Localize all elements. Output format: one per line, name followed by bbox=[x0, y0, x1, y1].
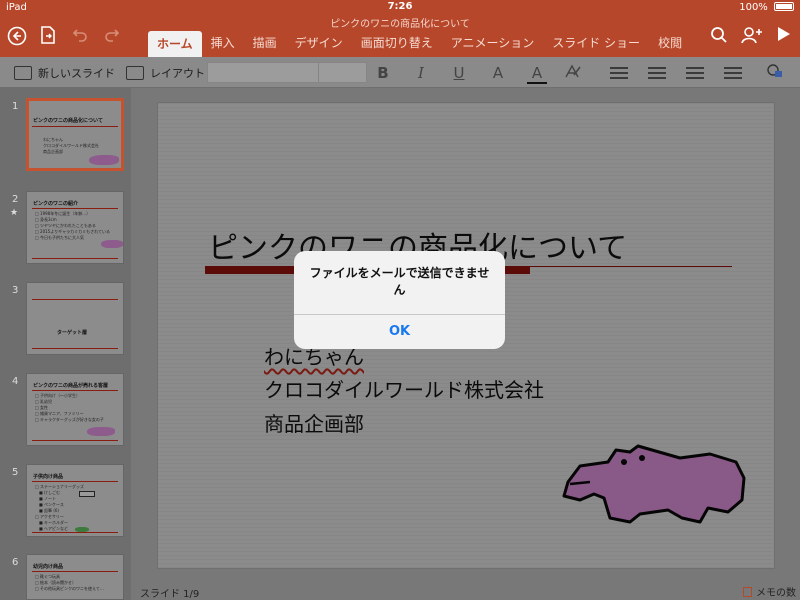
clock: 7:26 bbox=[387, 1, 413, 12]
thumb-line bbox=[32, 258, 118, 259]
thumb-number: 6 bbox=[12, 557, 19, 568]
font-selector[interactable] bbox=[207, 62, 367, 83]
tab-design[interactable]: デザイン bbox=[286, 31, 352, 57]
new-slide-label: 新しいスライド bbox=[38, 67, 115, 80]
layout-label: レイアウト bbox=[150, 67, 205, 80]
new-slide-icon bbox=[14, 66, 32, 80]
thumbnail-slide-2[interactable]: ピンクのワニの紹介 □ 1998年冬に誕生（年齢…） □ 身長3cm □ ツヤツ… bbox=[26, 191, 124, 264]
ribbon-tabs: ホーム 挿入 描画 デザイン 画面切り替え アニメーション スライド ショー 校… bbox=[148, 31, 691, 57]
thumb-title: ピンクのワニの商品が売れる客層 bbox=[33, 383, 109, 389]
tab-slideshow[interactable]: スライド ショー bbox=[543, 31, 649, 57]
thumb-number: 4 bbox=[12, 376, 19, 387]
tab-animations[interactable]: アニメーション bbox=[442, 31, 544, 57]
status-bar: iPad 7:26 100% bbox=[0, 0, 800, 15]
font-color-button[interactable]: A bbox=[526, 63, 548, 83]
undo-icon[interactable] bbox=[70, 26, 90, 48]
font-color-swatch bbox=[527, 82, 547, 84]
thumb-line bbox=[32, 481, 118, 482]
align-icon[interactable] bbox=[724, 67, 742, 79]
back-icon[interactable] bbox=[6, 26, 28, 48]
crocodile-image[interactable] bbox=[560, 438, 750, 528]
thumbnail-slide-6[interactable]: 幼児向け商品 □ 靴ぐつ玩具 □ 絵本（読み聞かせ） □ その他玩具ピンクのワニ… bbox=[26, 554, 124, 600]
thumb-title: ターゲット層 bbox=[57, 330, 88, 336]
shape-icon[interactable] bbox=[764, 63, 786, 84]
thumb-item: □ 今日も子供たちに大人気 bbox=[35, 235, 85, 240]
thumbnail-slide-5[interactable]: 子供向け商品 □ ステーショナリーグッズ ■ けしごむ ■ ノート ■ ペンケー… bbox=[26, 464, 124, 537]
notes-label: メモの数 bbox=[756, 588, 796, 599]
subtitle-department[interactable]: 商品企画部 bbox=[264, 408, 364, 437]
home-ribbon: 新しいスライド レイアウト B I U A A bbox=[0, 57, 800, 88]
search-icon[interactable] bbox=[708, 26, 730, 48]
thumb-crocodile-image bbox=[87, 427, 115, 436]
thumb-crocodile-image bbox=[101, 240, 123, 248]
error-alert-dialog: ファイルをメールで送信できません OK bbox=[294, 251, 505, 349]
new-slide-button[interactable]: 新しいスライド bbox=[14, 63, 115, 83]
title-bar: iPad 7:26 100% ピンクのワニの商品化について ホーム 挿入 描画 … bbox=[0, 0, 800, 57]
animation-star-icon: ★ bbox=[10, 208, 19, 218]
redo-icon[interactable] bbox=[102, 26, 122, 48]
thumb-crocodile-image bbox=[89, 155, 119, 165]
battery-percent: 100% bbox=[739, 2, 768, 13]
thumbnail-slide-3[interactable]: ターゲット層 bbox=[26, 282, 124, 355]
thumb-line bbox=[32, 571, 118, 572]
thumb-item: □ その他玩具ピンクのワニを使えて… bbox=[35, 586, 104, 591]
underline-button[interactable]: U bbox=[448, 63, 470, 83]
bold-button[interactable]: B bbox=[372, 63, 394, 83]
thumbnail-slide-1[interactable]: ピンクのワニの商品化について わにちゃん クロコダイルワールド株式会社 商品企画… bbox=[26, 98, 124, 171]
thumb-number: 5 bbox=[12, 467, 19, 478]
alert-message: ファイルをメールで送信できません bbox=[309, 266, 490, 297]
thumb-number: 3 bbox=[12, 285, 19, 296]
thumb-title: ピンクのワニの商品化について bbox=[33, 118, 103, 124]
tab-insert[interactable]: 挿入 bbox=[202, 31, 244, 57]
file-menu-icon[interactable] bbox=[38, 26, 58, 48]
tab-draw[interactable]: 描画 bbox=[244, 31, 286, 57]
battery-icon bbox=[774, 2, 794, 11]
tab-home[interactable]: ホーム bbox=[148, 31, 202, 57]
layout-icon bbox=[126, 66, 144, 80]
thumb-title: ピンクのワニの紹介 bbox=[33, 201, 79, 207]
thumb-title: 幼児向け商品 bbox=[33, 564, 64, 570]
thumb-product-image bbox=[79, 491, 95, 497]
thumb-line bbox=[32, 390, 118, 391]
thumb-item: 商品企画部 bbox=[43, 149, 63, 154]
indent-icon[interactable] bbox=[686, 67, 704, 79]
slide-thumbnails: 1 ピンクのワニの商品化について わにちゃん クロコダイルワールド株式会社 商品… bbox=[0, 88, 131, 600]
thumb-item: □ キャラクターグッズが好きな女の子 bbox=[35, 417, 104, 422]
thumb-number: 2 bbox=[12, 194, 19, 205]
thumb-line bbox=[32, 208, 118, 209]
thumb-line bbox=[32, 440, 118, 441]
layout-button[interactable]: レイアウト bbox=[126, 63, 205, 83]
thumb-line bbox=[32, 348, 118, 349]
play-icon[interactable] bbox=[774, 26, 794, 48]
share-person-icon[interactable] bbox=[740, 26, 764, 48]
numbered-list-icon[interactable] bbox=[648, 67, 666, 79]
thumb-line bbox=[32, 532, 118, 533]
thumb-title: 子供向け商品 bbox=[33, 474, 64, 480]
battery-status: 100% bbox=[739, 2, 794, 13]
thumb-line bbox=[32, 126, 118, 127]
tab-review[interactable]: 校閲 bbox=[649, 31, 691, 57]
subtitle-company[interactable]: クロコダイルワールド株式会社 bbox=[264, 374, 544, 403]
highlight-pen-icon[interactable] bbox=[562, 63, 584, 84]
italic-button[interactable]: I bbox=[410, 63, 432, 83]
tab-transitions[interactable]: 画面切り替え bbox=[352, 31, 442, 57]
ok-button[interactable]: OK bbox=[294, 315, 505, 349]
slide-indicator: スライド 1/9 bbox=[140, 589, 200, 600]
font-size-button[interactable]: A bbox=[487, 63, 509, 83]
thumb-line bbox=[32, 299, 118, 300]
notes-icon bbox=[743, 586, 752, 597]
notes-button[interactable]: メモの数 bbox=[743, 584, 796, 599]
thumb-number: 1 bbox=[12, 101, 19, 112]
bullet-list-icon[interactable] bbox=[610, 67, 628, 79]
thumbnail-slide-4[interactable]: ピンクのワニの商品が売れる客層 □ 子供向け（～小学生） □ 乳幼児 □ 女性 … bbox=[26, 373, 124, 446]
